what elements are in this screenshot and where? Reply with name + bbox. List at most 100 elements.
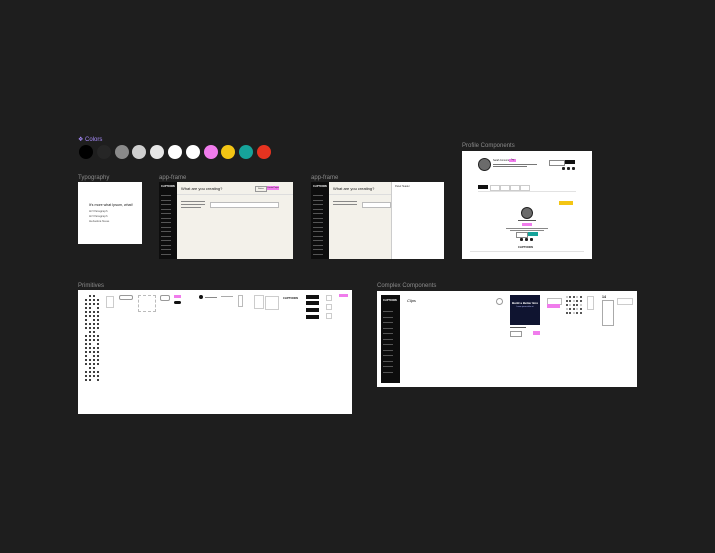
sidebar-item[interactable] — [161, 208, 171, 210]
social-icon[interactable] — [567, 167, 570, 170]
dropdown-menu[interactable] — [602, 300, 614, 326]
checkbox-group[interactable] — [106, 296, 114, 308]
social-icon[interactable] — [525, 238, 528, 241]
sidebar-item[interactable] — [313, 217, 323, 219]
color-swatch[interactable] — [185, 145, 200, 159]
sidebar-item[interactable] — [313, 208, 323, 210]
sidebar-item[interactable] — [161, 213, 171, 214]
color-swatch[interactable] — [257, 145, 271, 159]
sidebar-item[interactable] — [383, 360, 393, 362]
icon-button[interactable] — [326, 304, 332, 310]
typography-frame-label[interactable]: Typography — [78, 175, 109, 181]
follow-button[interactable] — [549, 160, 565, 166]
sidebar-item[interactable] — [313, 222, 323, 223]
sidebar-item[interactable] — [161, 226, 171, 228]
icon-button[interactable] — [326, 313, 332, 319]
colors-frame-label[interactable]: ❖ Colors — [78, 136, 102, 143]
sidebar-item[interactable] — [161, 199, 171, 201]
color-swatch[interactable] — [203, 145, 218, 159]
sidebar-item[interactable] — [383, 349, 393, 351]
typography-frame[interactable]: It's more what Ipsum, what! Hi! Paragrap… — [78, 182, 142, 244]
color-swatch[interactable] — [168, 145, 182, 159]
sidebar-item[interactable] — [161, 204, 171, 205]
outline-button[interactable]: Button — [255, 186, 267, 192]
sidebar-item[interactable] — [313, 204, 323, 205]
sidebar-item[interactable] — [161, 222, 171, 223]
sidebar-item[interactable] — [313, 213, 323, 214]
stepper[interactable] — [587, 296, 594, 310]
social-icon[interactable] — [572, 167, 575, 170]
sidebar-item[interactable] — [313, 226, 323, 228]
sidebar-item[interactable] — [383, 333, 393, 334]
pill-button[interactable] — [160, 295, 170, 301]
color-swatch[interactable] — [96, 145, 111, 159]
color-swatch[interactable] — [132, 145, 147, 159]
dropdown[interactable] — [254, 295, 264, 309]
sidebar-item[interactable] — [161, 244, 171, 246]
card-input[interactable] — [510, 331, 522, 337]
black-button[interactable] — [306, 295, 319, 299]
design-canvas[interactable]: ❖ Colors Typography It's more what Ipsum… — [0, 0, 715, 553]
app-frame-1[interactable]: CLIPTOONS What are you creating? Button … — [159, 182, 293, 259]
profile-frame-label[interactable]: Profile Components — [462, 143, 515, 149]
social-icon[interactable] — [520, 238, 523, 241]
app-frame-1-label[interactable]: app-frame — [159, 175, 186, 181]
yellow-button[interactable] — [559, 201, 573, 205]
color-swatch[interactable] — [239, 145, 254, 159]
create-button[interactable]: Create Project — [267, 186, 279, 190]
complex-frame-label[interactable]: Complex Components — [377, 283, 436, 289]
icon-button[interactable] — [326, 295, 332, 301]
color-swatch[interactable] — [79, 145, 93, 159]
sidebar-item[interactable] — [161, 249, 171, 250]
app-frame-2-label[interactable]: app-frame — [311, 175, 338, 181]
sidebar-item[interactable] — [313, 199, 323, 201]
chip[interactable] — [119, 295, 133, 300]
black-button[interactable] — [306, 308, 319, 312]
dark-pill[interactable] — [174, 301, 181, 304]
text-field[interactable] — [362, 202, 391, 208]
sidebar-item[interactable] — [161, 195, 171, 196]
color-swatch[interactable] — [150, 145, 165, 159]
sidebar-item[interactable] — [313, 235, 323, 237]
sidebar-item[interactable] — [383, 338, 393, 340]
teal-button[interactable] — [528, 232, 538, 236]
sidebar-item[interactable] — [383, 355, 393, 356]
sidebar-item[interactable] — [383, 322, 393, 323]
tab-active[interactable] — [478, 185, 488, 189]
primitives-frame[interactable]: CLIPTOONS — [78, 290, 352, 414]
sidebar-item[interactable] — [161, 253, 171, 255]
sidebar-item[interactable] — [383, 344, 393, 345]
promo-card[interactable]: Build a Better Box Lorem ipsum dolor sit — [510, 295, 540, 325]
sidebar-item[interactable] — [161, 240, 171, 241]
rating[interactable] — [265, 296, 279, 310]
black-button[interactable] — [306, 301, 319, 305]
sidebar-item[interactable] — [161, 235, 171, 237]
sidebar-item[interactable] — [383, 316, 393, 318]
sidebar-item[interactable] — [313, 195, 323, 196]
social-icon[interactable] — [562, 167, 565, 170]
user-menu-button[interactable] — [496, 298, 503, 305]
profile-components-frame[interactable]: Sarah Connors Tag CLIPTOONS — [462, 151, 592, 259]
sidebar-item[interactable] — [383, 366, 393, 367]
color-swatch[interactable] — [221, 145, 236, 159]
primitives-frame-label[interactable]: Primitives — [78, 283, 104, 289]
sidebar-item[interactable] — [313, 231, 323, 232]
pink-button[interactable] — [547, 304, 560, 308]
stepper[interactable] — [238, 295, 243, 307]
sidebar-item[interactable] — [383, 371, 393, 373]
card-button[interactable] — [533, 331, 540, 335]
sidebar-item[interactable] — [313, 253, 323, 255]
sidebar-item[interactable] — [383, 311, 393, 312]
complex-components-frame[interactable]: CLIPTOONS Clips Build a Better Box Lorem… — [377, 291, 637, 387]
input-group[interactable] — [138, 295, 156, 312]
sidebar-item[interactable] — [313, 249, 323, 250]
color-swatch[interactable] — [114, 145, 129, 159]
sidebar-item[interactable] — [383, 327, 393, 329]
sidebar-item[interactable] — [313, 240, 323, 241]
sidebar-item[interactable] — [161, 217, 171, 219]
black-button[interactable] — [306, 315, 319, 319]
sidebar-item[interactable] — [161, 231, 171, 232]
app-frame-2[interactable]: CLIPTOONS What are you creating? Panel H… — [311, 182, 444, 259]
social-icon[interactable] — [530, 238, 533, 241]
message-button[interactable] — [565, 160, 575, 164]
